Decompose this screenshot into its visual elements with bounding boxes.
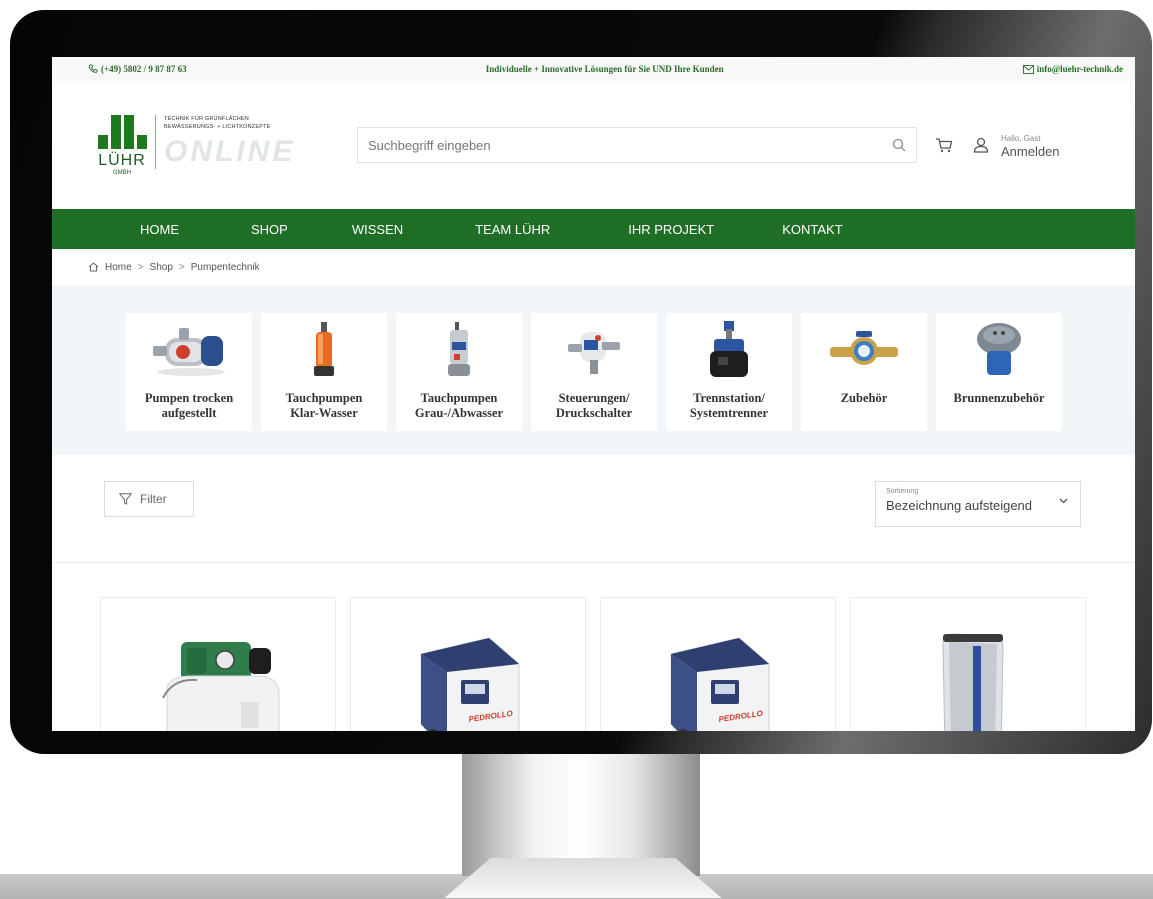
- site-header: LÜHR GMBH TECHNIK FÜR GRÜNFLÄCHEN BEWÄSS…: [52, 81, 1135, 209]
- search-input[interactable]: [368, 137, 848, 153]
- breadcrumb-home[interactable]: Home: [105, 262, 132, 273]
- water-meter-icon: [830, 331, 898, 365]
- cart-icon[interactable]: [935, 137, 953, 153]
- category-label: Trennstation/Systemtrenner: [689, 391, 769, 420]
- submersible-pump-orange-icon: [314, 322, 334, 376]
- filter-button[interactable]: Filter: [104, 481, 194, 517]
- logo-bars-icon: [97, 114, 147, 149]
- sort-value: Bezeichnung aufsteigend: [886, 498, 1033, 513]
- filter-label: Filter: [140, 492, 167, 506]
- sort-label: Sortierung: [886, 488, 919, 495]
- breadcrumb-current: Pumpentechnik: [190, 261, 260, 273]
- breadcrumb: Home > Shop > Pumpentechnik: [52, 249, 1135, 285]
- pressure-switch-icon: [568, 332, 620, 374]
- logo-name: LÜHR: [98, 151, 146, 169]
- category-label: Steuerungen/Druckschalter: [555, 391, 633, 420]
- breadcrumb-shop[interactable]: Shop: [150, 262, 173, 273]
- account-text: Hallo, Gast Anmelden: [1001, 132, 1060, 158]
- mail-icon: [1022, 64, 1034, 74]
- category-label: Tauchpumpen Klar-Wasser: [285, 391, 363, 420]
- nav-team-luehr[interactable]: TEAM LÜHR: [475, 222, 550, 237]
- product-card[interactable]: [100, 597, 336, 731]
- control-unit-image: [942, 633, 1004, 731]
- logo-text: TECHNIK FÜR GRÜNFLÄCHEN BEWÄSSERUNGS- + …: [155, 114, 296, 169]
- sort-select[interactable]: Sortierung Bezeichnung aufsteigend: [875, 481, 1081, 527]
- logo-tagline-2: BEWÄSSERUNGS- + LICHTKONZEPTE: [164, 123, 271, 130]
- user-icon: [973, 137, 989, 153]
- category-strip: Pumpen trocken aufgestellt Tauchpumpen Kla…: [52, 285, 1135, 455]
- header-actions: Hallo, Gast Anmelden: [935, 132, 1060, 158]
- product-grid: PEDROLLO PEDROLLO: [52, 563, 1135, 731]
- category-tile[interactable]: Trennstation/Systemtrenner: [666, 313, 792, 431]
- monitor-screen: (+49) 5802 / 9 87 87 63 Individuelle + I…: [52, 57, 1135, 731]
- nav-ihr-projekt[interactable]: IHR PROJEKT: [628, 222, 714, 237]
- nav-shop[interactable]: SHOP: [251, 222, 288, 237]
- nav-kontakt[interactable]: KONTAKT: [782, 222, 842, 237]
- surface-pump-icon: [153, 328, 225, 376]
- top-info-bar: (+49) 5802 / 9 87 87 63 Individuelle + I…: [52, 57, 1135, 81]
- well-cap-icon: [977, 323, 1021, 375]
- top-slogan: Individuelle + Innovative Lösungen für S…: [485, 64, 724, 74]
- phone-contact[interactable]: (+49) 5802 / 9 87 87 63: [88, 64, 187, 74]
- submersible-pump-steel-icon: [448, 322, 470, 376]
- category-tile[interactable]: Zubehör: [801, 313, 927, 431]
- breadcrumb-separator-icon: >: [137, 261, 144, 273]
- logo-online: ONLINE: [164, 134, 296, 168]
- category-label: Zubehör: [840, 391, 888, 405]
- phone-icon: [88, 64, 98, 73]
- monitor-stand-neck: [462, 752, 700, 876]
- separation-station-icon: [710, 321, 748, 377]
- site-logo[interactable]: LÜHR GMBH TECHNIK FÜR GRÜNFLÄCHEN BEWÄSS…: [97, 114, 351, 176]
- product-card[interactable]: PEDROLLO: [350, 597, 586, 731]
- category-label: Tauchpumpen Grau-/Abwasser: [414, 391, 504, 420]
- filter-sort-row: Filter Sortierung Bezeichnung aufsteigen…: [52, 455, 1135, 563]
- email-contact[interactable]: info@luehr-technik.de: [1022, 64, 1123, 74]
- logo-mark: LÜHR GMBH: [97, 114, 147, 176]
- pressure-tank-pump-image: [162, 642, 280, 731]
- logo-gmbh: GMBH: [113, 169, 131, 176]
- nav-wissen[interactable]: WISSEN: [352, 222, 403, 237]
- product-card[interactable]: PEDROLLO: [600, 597, 836, 731]
- logo-tagline-1: TECHNIK FÜR GRÜNFLÄCHEN: [164, 115, 249, 122]
- main-navigation: HOME SHOP WISSEN TEAM LÜHR IHR PROJEKT K…: [52, 209, 1135, 249]
- pedrollo-pump-unit-image: PEDROLLO: [670, 637, 770, 731]
- product-card[interactable]: [850, 597, 1086, 731]
- filter-icon: [119, 493, 132, 505]
- category-tile[interactable]: Tauchpumpen Klar-Wasser: [261, 313, 387, 431]
- category-tile[interactable]: Brunnenzubehör: [936, 313, 1062, 431]
- category-tile[interactable]: Steuerungen/Druckschalter: [531, 313, 657, 431]
- account-link[interactable]: Hallo, Gast Anmelden: [973, 132, 1060, 158]
- account-login: Anmelden: [1001, 144, 1060, 159]
- chevron-down-icon: [1059, 498, 1068, 504]
- search-icon[interactable]: [892, 138, 906, 152]
- home-icon[interactable]: [88, 262, 99, 272]
- monitor-bezel: (+49) 5802 / 9 87 87 63 Individuelle + I…: [10, 10, 1152, 754]
- breadcrumb-separator-icon: >: [178, 261, 185, 273]
- nav-home[interactable]: HOME: [140, 222, 179, 237]
- category-label: Brunnenzubehör: [953, 391, 1045, 405]
- search-box: [357, 127, 917, 163]
- category-tile[interactable]: Pumpen trocken aufgestellt: [126, 313, 252, 431]
- pedrollo-pump-unit-image: PEDROLLO: [420, 637, 520, 731]
- category-label: Pumpen trocken aufgestellt: [144, 391, 234, 420]
- category-tile[interactable]: Tauchpumpen Grau-/Abwasser: [396, 313, 522, 431]
